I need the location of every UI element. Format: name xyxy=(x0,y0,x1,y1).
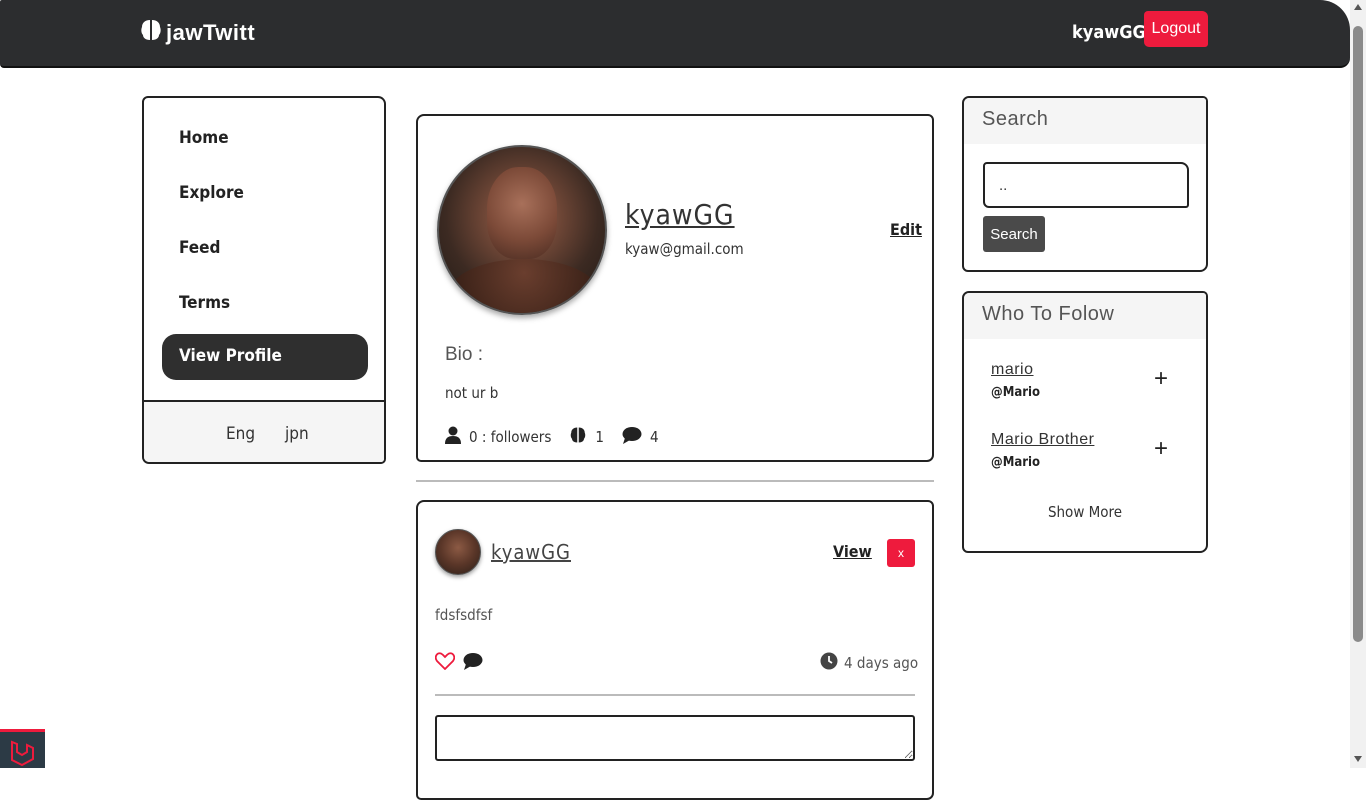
profile-card: kyawGG kyaw@gmail.com Edit Bio : not ur … xyxy=(416,114,934,462)
follow-plus-icon[interactable]: + xyxy=(1154,435,1168,463)
feed-divider xyxy=(416,480,934,482)
who-to-follow-title: Who To Folow xyxy=(964,293,1206,339)
comments-count: 4 xyxy=(649,428,659,446)
brain-icon xyxy=(140,18,162,47)
ideas-count: 1 xyxy=(595,428,604,446)
logout-button[interactable]: Logout xyxy=(1144,11,1208,47)
profile-avatar xyxy=(437,145,607,315)
follow-suggestion: Mario Brother @Mario xyxy=(991,431,1094,470)
sidebar-item-view-profile[interactable]: View Profile xyxy=(162,334,368,380)
lang-jpn-link[interactable]: jpn xyxy=(285,424,309,444)
follow-plus-icon[interactable]: + xyxy=(1154,365,1168,393)
follow-suggestion: mario @Mario xyxy=(991,361,1040,400)
scroll-thumb[interactable] xyxy=(1353,26,1363,642)
sidebar-item-explore[interactable]: Explore xyxy=(179,183,244,203)
navbar: jawTwitt kyawGG Logout xyxy=(0,0,1350,68)
user-icon xyxy=(445,426,461,448)
sidebar-nav: Home Explore Feed Terms View Profile Eng… xyxy=(142,96,386,464)
clock-icon xyxy=(820,652,838,674)
heart-icon[interactable] xyxy=(434,652,456,675)
profile-stats: 0 : followers 1 4 xyxy=(445,426,677,448)
follow-user-name[interactable]: mario xyxy=(991,361,1040,379)
search-card: Search Search xyxy=(962,96,1208,272)
follow-user-handle: @Mario xyxy=(991,385,1041,400)
nav-username[interactable]: kyawGG xyxy=(1072,22,1146,43)
lang-eng-link[interactable]: Eng xyxy=(226,424,255,444)
post-divider xyxy=(435,694,915,696)
comment-icon[interactable] xyxy=(463,652,483,675)
scroll-down-arrow-icon[interactable] xyxy=(1354,756,1362,762)
profile-name[interactable]: kyawGG xyxy=(625,198,735,231)
post-content: fdsfsdfsf xyxy=(435,606,493,624)
comment-input[interactable] xyxy=(435,715,915,761)
bio-label: Bio : xyxy=(445,344,484,365)
sidebar-item-home[interactable]: Home xyxy=(179,128,229,148)
comment-icon xyxy=(622,426,642,448)
scrollbar[interactable] xyxy=(1350,0,1366,768)
post-username[interactable]: kyawGG xyxy=(491,540,571,564)
follow-user-handle: @Mario xyxy=(991,455,1041,470)
delete-post-button[interactable]: x xyxy=(887,539,915,567)
language-switcher: Eng jpn xyxy=(144,400,384,462)
brain-icon xyxy=(569,426,587,448)
brand[interactable]: jawTwitt xyxy=(140,18,255,47)
search-button[interactable]: Search xyxy=(983,216,1045,252)
followers-stat: 0 : followers xyxy=(445,426,551,448)
sidebar-item-terms[interactable]: Terms xyxy=(179,293,230,313)
sidebar-item-feed[interactable]: Feed xyxy=(179,238,220,258)
comments-stat: 4 xyxy=(622,426,659,448)
edit-profile-link[interactable]: Edit xyxy=(890,220,922,239)
avatar-shoulders xyxy=(449,259,599,313)
post-avatar[interactable] xyxy=(435,529,481,575)
search-input[interactable] xyxy=(983,162,1189,208)
ideas-stat: 1 xyxy=(569,426,604,448)
view-post-link[interactable]: View xyxy=(833,542,872,561)
post-card: kyawGG View x fdsfsdfsf 4 days ago xyxy=(416,500,934,800)
profile-email: kyaw@gmail.com xyxy=(625,240,744,258)
scroll-up-arrow-icon[interactable] xyxy=(1354,4,1362,10)
bio-text: not ur b xyxy=(445,384,499,402)
avatar-face xyxy=(487,167,557,259)
brand-text: jawTwitt xyxy=(166,19,256,45)
post-timestamp: 4 days ago xyxy=(820,652,918,674)
post-actions xyxy=(434,652,483,675)
laravel-logo-icon xyxy=(0,740,45,772)
post-time-text: 4 days ago xyxy=(844,654,919,672)
follow-user-name[interactable]: Mario Brother xyxy=(991,431,1094,449)
laravel-debugbar-badge[interactable] xyxy=(0,729,45,768)
followers-count: 0 : followers xyxy=(469,428,552,446)
show-more-link[interactable]: Show More xyxy=(964,503,1206,521)
who-to-follow-card: Who To Folow mario @Mario + Mario Brothe… xyxy=(962,291,1208,553)
search-title: Search xyxy=(964,98,1206,144)
